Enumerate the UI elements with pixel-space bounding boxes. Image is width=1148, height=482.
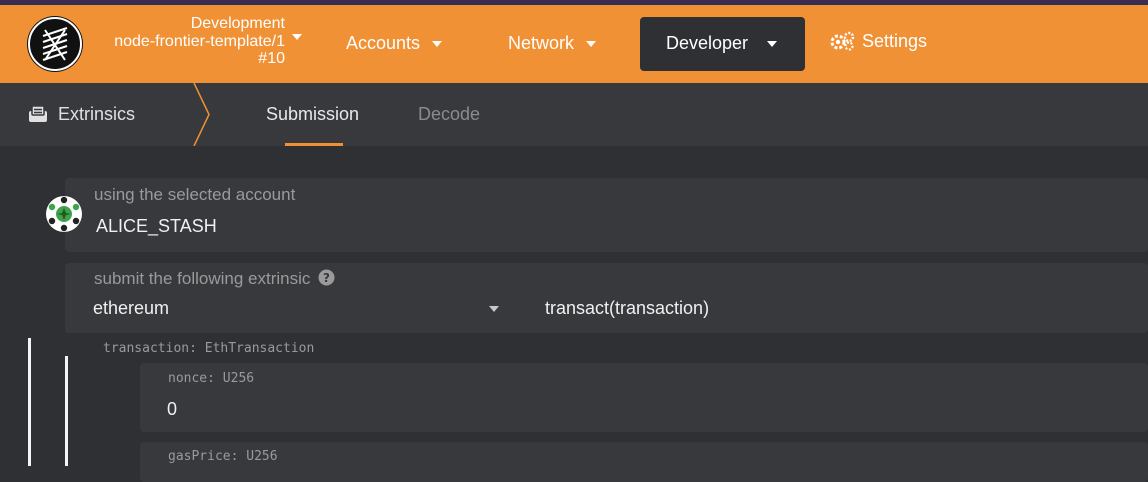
method-value: transact(transaction) — [545, 298, 710, 318]
method-dropdown[interactable]: transact(transaction) — [535, 293, 1148, 333]
breadcrumb-separator-icon — [193, 83, 210, 146]
active-tab-indicator — [285, 143, 343, 146]
extrinsic-label-text: submit the following extrinsic — [94, 269, 311, 288]
accounts-chevron-down-icon — [432, 41, 443, 48]
nav-developer[interactable]: Developer — [640, 17, 805, 71]
nav-network-label: Network — [508, 33, 575, 53]
account-identicon-avatar — [46, 196, 82, 232]
network-chevron-down-icon — [586, 41, 597, 48]
account-selector[interactable]: using the selected account ALICE_STASH — [65, 178, 1148, 252]
chain-name: Development — [190, 15, 285, 32]
account-label: using the selected account — [94, 185, 296, 204]
extrinsics-section-title: Extrinsics — [28, 104, 135, 125]
nav-accounts-label: Accounts — [346, 33, 421, 53]
help-icon[interactable]: ? — [318, 269, 335, 286]
gears-icon — [830, 31, 855, 51]
pallet-chevron-down-icon — [489, 306, 499, 312]
tab-submission[interactable]: Submission — [266, 104, 359, 125]
nav-accounts[interactable]: Accounts — [346, 33, 443, 54]
gasprice-input[interactable]: gasPrice: U256 — [140, 442, 1148, 482]
nav-settings-label: Settings — [862, 31, 928, 51]
account-name: ALICE_STASH — [96, 216, 217, 236]
nav-settings[interactable]: Settings — [830, 31, 927, 52]
top-navigation-bar: Development node-frontier-template/1 #10… — [0, 5, 1148, 83]
nonce-value: 0 — [167, 399, 178, 419]
nav-developer-label: Developer — [666, 33, 749, 53]
tab-decode[interactable]: Decode — [418, 104, 480, 125]
param-tree-line-outer — [28, 338, 31, 466]
sub-navigation-bar: Extrinsics Submission Decode — [0, 83, 1148, 146]
extrinsic-selector: submit the following extrinsic ? ethereu… — [65, 263, 1148, 333]
developer-chevron-down-icon — [767, 41, 777, 47]
nav-network[interactable]: Network — [508, 33, 597, 54]
pallet-value: ethereum — [93, 298, 170, 318]
nonce-input[interactable]: nonce: U256 0 — [140, 363, 1148, 432]
transaction-param-label: transaction: EthTransaction — [103, 341, 315, 356]
pallet-dropdown[interactable]: ethereum — [65, 293, 515, 333]
best-block: #10 — [258, 50, 285, 67]
extrinsic-label: submit the following extrinsic ? — [94, 269, 335, 289]
chain-selector[interactable]: Development node-frontier-template/1 #10 — [95, 15, 302, 68]
svg-text:?: ? — [323, 271, 330, 285]
param-tree-line-inner — [65, 356, 68, 466]
envelope-open-icon — [29, 105, 47, 122]
nonce-label: nonce: U256 — [168, 371, 255, 386]
chain-chevron-down-icon — [292, 34, 302, 40]
runtime-version: node-frontier-template/1 — [114, 32, 285, 50]
gasprice-label: gasPrice: U256 — [168, 449, 278, 464]
polkadot-logo-icon[interactable] — [27, 16, 83, 72]
extrinsics-title-label: Extrinsics — [58, 104, 136, 124]
